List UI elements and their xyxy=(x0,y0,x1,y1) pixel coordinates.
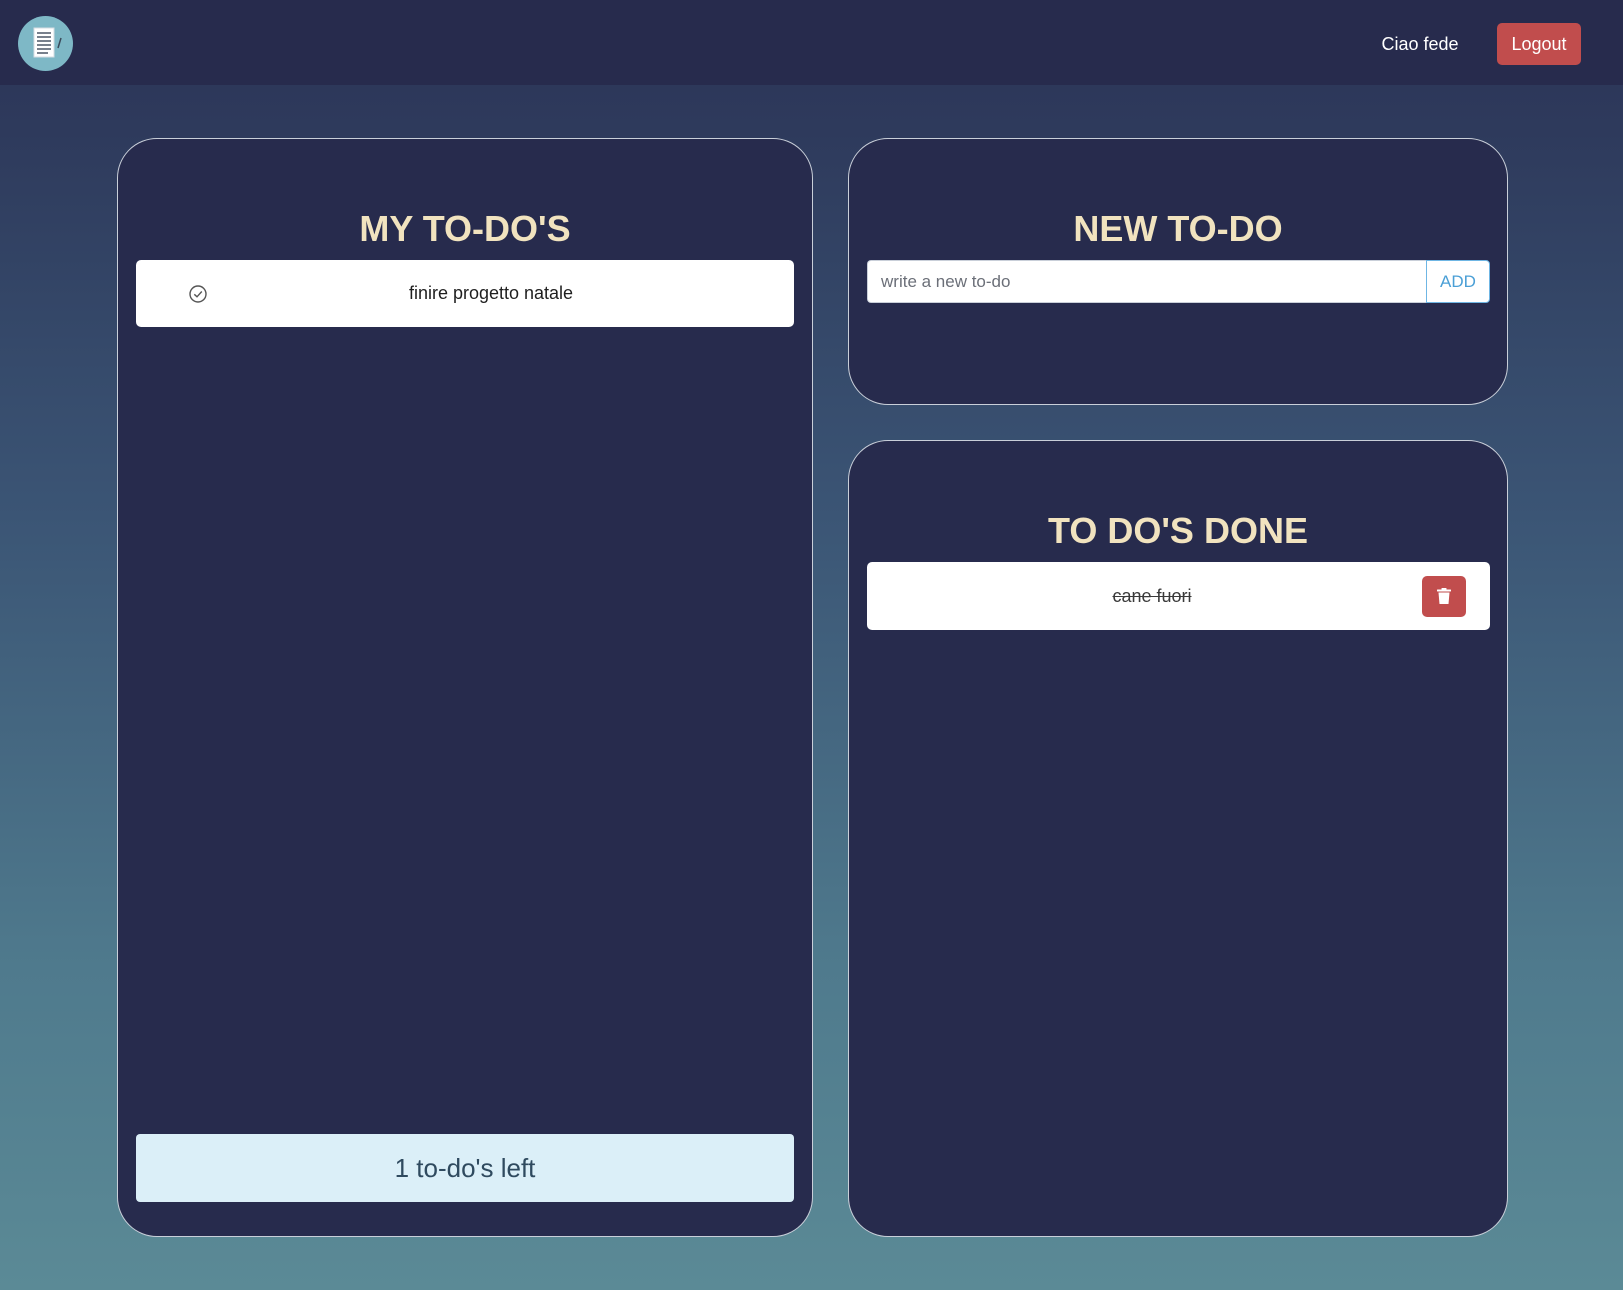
add-todo-button[interactable]: ADD xyxy=(1426,260,1490,303)
todos-left-counter: 1 to-do's left xyxy=(136,1134,794,1202)
navbar: Ciao fede Logout xyxy=(0,0,1623,85)
my-todos-panel: MY TO-DO'S finire progetto natale 1 to-d… xyxy=(117,138,813,1237)
todo-item-text: finire progetto natale xyxy=(408,283,574,303)
delete-button[interactable] xyxy=(1422,576,1466,617)
new-todo-input[interactable] xyxy=(867,260,1426,303)
my-todos-title: MY TO-DO'S xyxy=(359,208,571,249)
new-todo-title: NEW TO-DO xyxy=(1073,208,1283,249)
done-todos-title: TO DO'S DONE xyxy=(1048,510,1308,551)
logout-button[interactable]: Logout xyxy=(1497,23,1581,65)
new-todo-panel: NEW TO-DO ADD xyxy=(848,138,1508,405)
done-todos-panel: TO DO'S DONE cane fuori xyxy=(848,440,1508,1237)
trash-icon xyxy=(1437,588,1451,604)
notepad-icon xyxy=(33,27,62,58)
new-todo-form: ADD xyxy=(867,260,1490,303)
user-greeting: Ciao fede xyxy=(1381,34,1459,54)
app-logo[interactable] xyxy=(18,16,73,71)
done-item-text: cane fuori xyxy=(1112,586,1192,606)
todo-item[interactable]: finire progetto natale xyxy=(136,260,794,327)
done-item: cane fuori xyxy=(867,562,1490,630)
